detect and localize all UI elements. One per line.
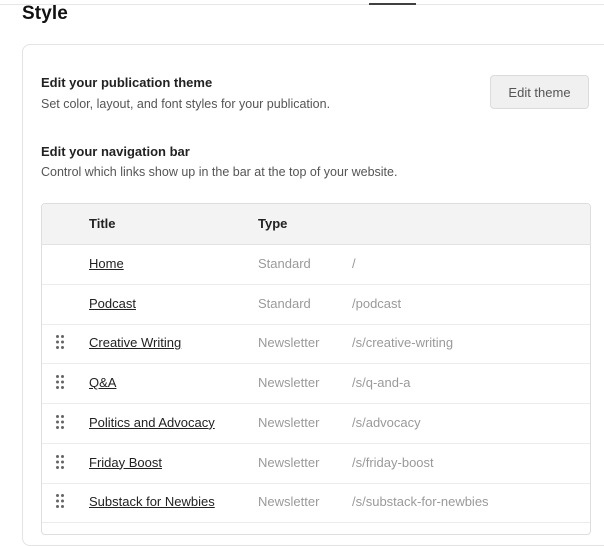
table-row: Podcast Standard/podcast <box>42 284 590 325</box>
nav-link-title[interactable]: Home <box>89 256 124 271</box>
column-header-type: Type <box>258 216 288 231</box>
drag-handle-icon[interactable] <box>55 374 65 390</box>
drag-handle-icon[interactable] <box>55 454 65 470</box>
nav-link-url: /s/substack-for-newbies <box>352 494 489 510</box>
nav-link-title[interactable]: Podcast <box>89 296 136 311</box>
theme-section-title: Edit your publication theme <box>41 75 213 90</box>
nav-link-type: Standard <box>258 295 311 311</box>
drag-handle-icon[interactable] <box>55 493 65 509</box>
nav-link-title[interactable]: Substack for Newbies <box>89 494 215 509</box>
nav-link-title[interactable]: Politics and Advocacy <box>89 415 215 430</box>
nav-link-title[interactable]: Friday Boost <box>89 455 162 470</box>
nav-link-type: Newsletter <box>258 414 320 430</box>
nav-link-type: Newsletter <box>258 375 320 391</box>
nav-link-type: Newsletter <box>258 494 320 510</box>
nav-link-url: /podcast <box>352 295 402 311</box>
table-header: Title Type <box>42 204 590 245</box>
table-row: Q&A Newsletter/s/q-and-a <box>42 363 590 405</box>
edit-theme-button[interactable]: Edit theme <box>490 75 589 109</box>
drag-handle-icon[interactable] <box>55 414 65 430</box>
nav-link-title[interactable]: Q&A <box>89 375 116 390</box>
table-row: Creative Writing Newsletter/s/creative-wr… <box>42 323 590 365</box>
navigation-table: Title Type Home Standard / Podcast Standard /… <box>41 203 591 535</box>
nav-link-title[interactable]: Creative Writing <box>89 335 181 350</box>
nav-link-type: Standard <box>258 256 311 271</box>
table-row: Substack for Newbies Newsletter/s/substac… <box>42 482 590 524</box>
nav-link-type: Newsletter <box>258 454 320 470</box>
nav-link-url: /s/advocacy <box>352 414 421 430</box>
nav-section-description: Control which links show up in the bar a… <box>41 165 398 179</box>
theme-section-description: Set color, layout, and font styles for y… <box>41 97 331 111</box>
nav-section-title: Edit your navigation bar <box>41 144 190 159</box>
table-row: Friday Boost Newsletter/s/friday-boost <box>42 443 590 484</box>
table-row: Home Standard / <box>42 244 590 285</box>
active-tab-indicator <box>369 3 416 5</box>
page-title: Style <box>22 3 68 24</box>
nav-link-url: / <box>352 256 356 271</box>
drag-handle-icon[interactable] <box>55 334 65 350</box>
column-header-title: Title <box>89 216 116 231</box>
nav-link-type: Newsletter <box>258 335 320 351</box>
nav-link-url: /s/friday-boost <box>352 454 434 470</box>
nav-link-url: /s/creative-writing <box>352 335 454 351</box>
top-divider <box>0 4 604 5</box>
table-row: Politics and Advocacy Newsletter/s/advoca… <box>42 403 590 444</box>
nav-link-url: /s/q-and-a <box>352 375 411 391</box>
